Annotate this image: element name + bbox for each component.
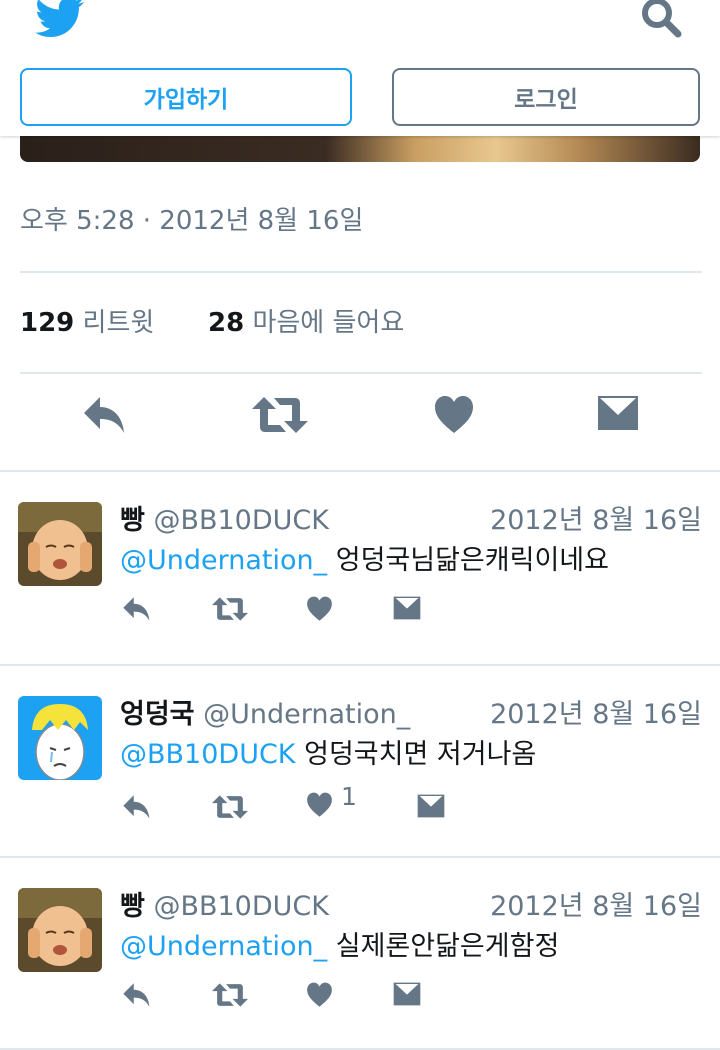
like-icon[interactable]: [306, 596, 333, 622]
reply-text: @Undernation_ 엉덩국님닮은캐릭이네요: [120, 538, 609, 577]
retweet-icon[interactable]: [212, 794, 248, 820]
like-label: 마음에 들어요: [252, 308, 405, 338]
tweet-actions: [0, 395, 720, 451]
login-button[interactable]: 로그인: [392, 68, 700, 126]
reply-text: @BB10DUCK 엉덩국치면 저거나옴: [120, 732, 536, 771]
author-name: 빵: [120, 891, 145, 922]
reply-author[interactable]: 엉덩국 @Undernation_: [120, 692, 410, 731]
like-icon[interactable]: [306, 792, 333, 818]
like-count: 28: [208, 308, 245, 338]
retweet-icon[interactable]: [212, 596, 248, 622]
reply-tweet[interactable]: 엉덩국 @Undernation_ 2012년 8월 16일 @BB10DUCK…: [0, 666, 720, 858]
direct-message-icon[interactable]: [393, 596, 421, 620]
reply-icon[interactable]: [122, 596, 152, 622]
twitter-bird-icon[interactable]: [34, 0, 86, 40]
reply-date[interactable]: 2012년 8월 16일: [490, 692, 702, 731]
reply-icon[interactable]: [82, 395, 128, 435]
direct-message-icon[interactable]: [597, 395, 639, 431]
reply-actions: [0, 596, 720, 636]
reply-body: 엉덩국치면 저거나옴: [304, 739, 537, 770]
reply-actions: [0, 982, 720, 1022]
reply-icon[interactable]: [122, 982, 152, 1008]
reply-text: @Undernation_ 실제론안닮은게함정: [120, 924, 559, 963]
reply-actions: 1: [0, 782, 720, 830]
mention-link[interactable]: @Undernation_: [120, 931, 327, 962]
top-bar: 가입하기 로그인: [0, 0, 720, 136]
reply-author[interactable]: 빵 @BB10DUCK: [120, 498, 329, 537]
retweet-count: 129: [20, 308, 75, 338]
direct-message-icon[interactable]: [393, 982, 421, 1006]
reply-icon[interactable]: [122, 794, 152, 820]
author-name: 엉덩국: [120, 699, 195, 730]
like-stat[interactable]: 28 마음에 들어요: [208, 302, 404, 339]
signup-button[interactable]: 가입하기: [20, 68, 352, 126]
retweet-icon[interactable]: [212, 982, 248, 1008]
mention-link[interactable]: @Undernation_: [120, 545, 327, 576]
author-name: 빵: [120, 505, 145, 536]
search-icon[interactable]: [638, 0, 684, 42]
like-icon[interactable]: [434, 395, 474, 435]
retweet-icon[interactable]: [252, 395, 308, 435]
reply-tweet[interactable]: 빵 @BB10DUCK 2012년 8월 16일 @Undernation_ 엉…: [0, 472, 720, 664]
author-handle: @BB10DUCK: [153, 891, 329, 922]
direct-message-icon[interactable]: [417, 794, 445, 818]
reply-date[interactable]: 2012년 8월 16일: [490, 884, 702, 923]
avatar[interactable]: [18, 502, 102, 586]
author-handle: @Undernation_: [203, 699, 411, 730]
divider: [20, 372, 702, 374]
reply-author[interactable]: 빵 @BB10DUCK: [120, 884, 329, 923]
avatar[interactable]: [18, 888, 102, 972]
tweet-timestamp[interactable]: 오후 5:28 · 2012년 8월 16일: [20, 200, 363, 237]
like-count: 1: [341, 782, 357, 811]
reply-body: 엉덩국님닮은캐릭이네요: [335, 545, 609, 576]
reply-date[interactable]: 2012년 8월 16일: [490, 498, 702, 537]
retweet-label: 리트윗: [82, 308, 155, 338]
like-icon[interactable]: [306, 982, 333, 1008]
reply-body: 실제론안닮은게함정: [335, 931, 560, 962]
avatar[interactable]: [18, 696, 102, 780]
author-handle: @BB10DUCK: [153, 505, 329, 536]
reply-tweet[interactable]: 빵 @BB10DUCK 2012년 8월 16일 @Undernation_ 실…: [0, 858, 720, 1050]
mention-link[interactable]: @BB10DUCK: [120, 739, 296, 770]
retweet-stat[interactable]: 129 리트윗: [20, 302, 154, 339]
divider: [20, 271, 702, 273]
